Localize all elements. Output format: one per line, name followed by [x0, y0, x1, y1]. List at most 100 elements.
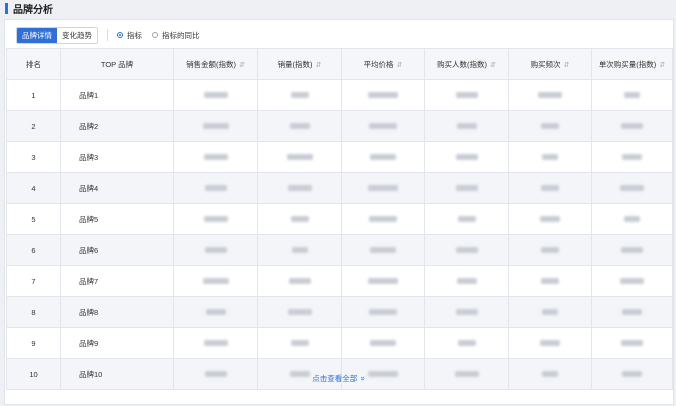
brand-cell: 品牌2	[60, 110, 174, 142]
table-row: 1 品牌1	[6, 79, 673, 111]
rank-cell: 9	[6, 327, 61, 359]
blurred-value	[620, 184, 644, 191]
blurred-value	[370, 246, 396, 253]
toolbar: 品牌详情 变化趋势 指标 指标的同比	[16, 25, 210, 45]
blurred-value	[290, 339, 309, 346]
toolbar-divider	[107, 29, 108, 41]
obscured-value-cell	[591, 296, 673, 328]
blurred-value	[540, 339, 560, 346]
sort-icon[interactable]: ⇵	[490, 62, 496, 69]
blurred-value	[455, 91, 478, 98]
blurred-value	[455, 184, 478, 191]
obscured-value-cell	[173, 203, 258, 235]
blurred-value	[541, 122, 559, 129]
obscured-value-cell	[424, 172, 509, 204]
obscured-value-cell	[257, 265, 342, 297]
rank-cell: 3	[6, 141, 61, 173]
blurred-value	[368, 184, 398, 191]
obscured-value-cell	[173, 296, 258, 328]
blurred-value	[203, 153, 228, 160]
obscured-value-cell	[341, 296, 425, 328]
blurred-value	[287, 184, 312, 191]
obscured-value-cell	[424, 141, 509, 173]
blurred-value	[368, 91, 398, 98]
sort-icon[interactable]: ⇵	[239, 62, 245, 69]
sort-icon[interactable]: ⇵	[564, 62, 570, 69]
blurred-value	[369, 122, 397, 129]
obscured-value-cell	[424, 265, 509, 297]
obscured-value-cell	[173, 141, 258, 173]
obscured-value-cell	[173, 110, 258, 142]
obscured-value-cell	[591, 79, 673, 111]
obscured-value-cell	[591, 110, 673, 142]
table-row: 3 品牌3	[6, 141, 673, 173]
brand-cell: 品牌5	[60, 203, 174, 235]
blurred-value	[624, 91, 640, 98]
tab-brand-detail[interactable]: 品牌详情	[17, 27, 57, 43]
table-row: 8 品牌8	[6, 296, 673, 328]
blurred-value	[622, 308, 642, 315]
column-header-label: 销售金额(指数)	[186, 59, 237, 69]
obscured-value-cell	[424, 110, 509, 142]
blurred-value	[541, 277, 559, 284]
rank-cell: 5	[6, 203, 61, 235]
sort-icon[interactable]: ⇵	[316, 62, 322, 69]
rank-cell: 6	[6, 234, 61, 266]
blurred-value	[620, 277, 644, 284]
column-header[interactable]: 销量(指数) ⇵	[257, 48, 342, 80]
blurred-value	[203, 215, 228, 222]
radio-checked-icon	[117, 32, 123, 38]
brand-cell: 品牌3	[60, 141, 174, 173]
column-header-label: 购买人数(指数)	[437, 59, 488, 69]
obscured-value-cell	[341, 110, 425, 142]
obscured-value-cell	[341, 203, 425, 235]
brand-cell: 品牌7	[60, 265, 174, 297]
rank-cell: 7	[6, 265, 61, 297]
blurred-value	[457, 215, 476, 222]
blurred-value	[541, 184, 559, 191]
blurred-value	[540, 215, 560, 222]
obscured-value-cell	[508, 234, 592, 266]
blurred-value	[624, 215, 640, 222]
tab-trend[interactable]: 变化趋势	[57, 27, 97, 43]
obscured-value-cell	[173, 265, 258, 297]
obscured-value-cell	[257, 141, 342, 173]
sort-icon[interactable]: ⇵	[659, 62, 665, 69]
column-header[interactable]: 购买人数(指数) ⇵	[424, 48, 509, 80]
blurred-value	[290, 91, 309, 98]
column-header-label: 排名	[26, 59, 41, 69]
column-header[interactable]: 购买频次 ⇵	[508, 48, 592, 80]
obscured-value-cell	[424, 327, 509, 359]
show-all-link[interactable]: 点击查看全部 »	[5, 368, 673, 388]
obscured-value-cell	[341, 172, 425, 204]
column-header-label: 销量(指数)	[277, 59, 313, 69]
radio-metric-yoy[interactable]: 指标的同比	[152, 30, 200, 41]
blurred-value	[202, 122, 229, 129]
obscured-value-cell	[257, 327, 342, 359]
rank-cell: 2	[6, 110, 61, 142]
column-header[interactable]: 销售金额(指数) ⇵	[173, 48, 258, 80]
brand-cell: 品牌6	[60, 234, 174, 266]
table-row: 5 品牌5	[6, 203, 673, 235]
brand-cell: 品牌4	[60, 172, 174, 204]
obscured-value-cell	[424, 296, 509, 328]
obscured-value-cell	[173, 79, 258, 111]
column-header[interactable]: 平均价格 ⇵	[341, 48, 425, 80]
obscured-value-cell	[257, 203, 342, 235]
radio-metric[interactable]: 指标	[117, 30, 142, 41]
obscured-value-cell	[508, 296, 592, 328]
sort-icon[interactable]: ⇵	[397, 62, 403, 69]
table-row: 6 品牌6	[6, 234, 673, 266]
blurred-value	[621, 246, 643, 253]
blurred-value	[286, 153, 313, 160]
rank-cell: 4	[6, 172, 61, 204]
obscured-value-cell	[341, 234, 425, 266]
obscured-value-cell	[257, 79, 342, 111]
obscured-value-cell	[257, 172, 342, 204]
brand-table: 排名 TOP 品牌 销售金额(指数) ⇵ 销量(指数) ⇵ 平均价格 ⇵ 购买人数(指数) ⇵ 购买…	[6, 48, 673, 390]
blurred-value	[456, 122, 477, 129]
column-header[interactable]: 单次购买量(指数) ⇵	[591, 48, 673, 80]
obscured-value-cell	[173, 234, 258, 266]
blurred-value	[205, 308, 226, 315]
obscured-value-cell	[341, 265, 425, 297]
